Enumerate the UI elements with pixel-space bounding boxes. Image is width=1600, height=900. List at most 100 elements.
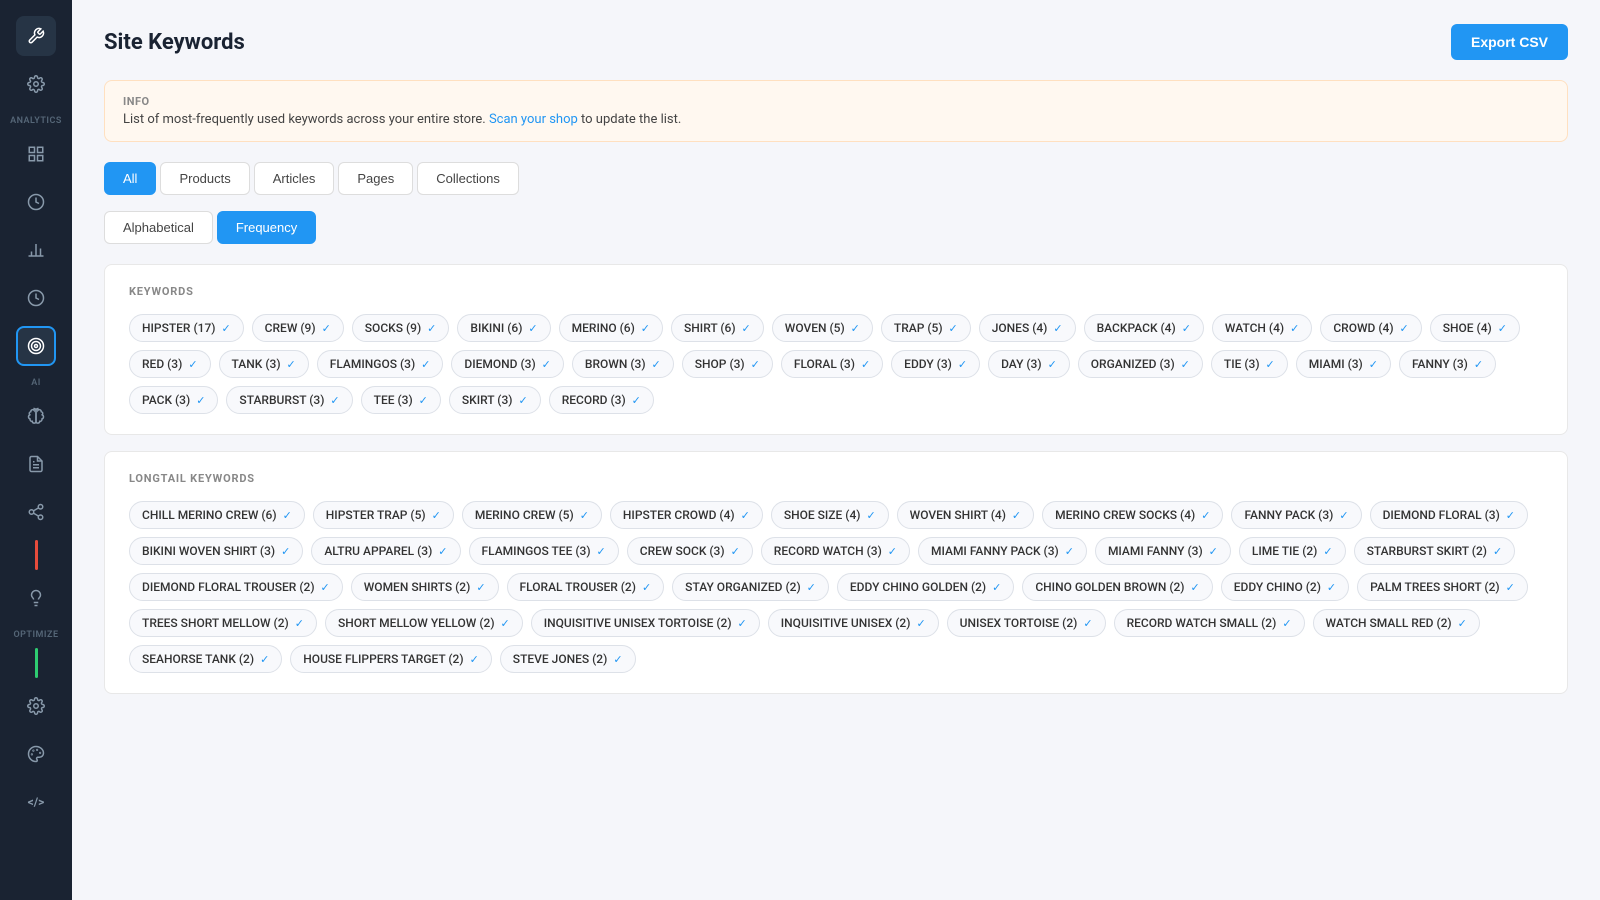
check-icon: ✓ xyxy=(1182,322,1191,335)
keyword-tag[interactable]: WATCH (4) ✓ xyxy=(1212,314,1312,342)
longtail-tag[interactable]: MIAMI FANNY (3) ✓ xyxy=(1095,537,1231,565)
keyword-tag[interactable]: RED (3) ✓ xyxy=(129,350,211,378)
keyword-tag[interactable]: SKIRT (3) ✓ xyxy=(449,386,541,414)
page-header: Site Keywords Export CSV xyxy=(104,24,1568,60)
keyword-tag[interactable]: ORGANIZED (3) ✓ xyxy=(1078,350,1203,378)
keyword-tag[interactable]: FLAMINGOS (3) ✓ xyxy=(317,350,444,378)
longtail-tag[interactable]: HIPSTER TRAP (5) ✓ xyxy=(313,501,454,529)
keyword-tag[interactable]: PACK (3) ✓ xyxy=(129,386,218,414)
keyword-tag[interactable]: SHOE (4) ✓ xyxy=(1430,314,1520,342)
keyword-tag[interactable]: SHOP (3) ✓ xyxy=(682,350,773,378)
clock-icon[interactable] xyxy=(16,278,56,318)
check-icon: ✓ xyxy=(1506,581,1515,594)
keyword-tag[interactable]: BIKINI (6) ✓ xyxy=(457,314,550,342)
longtail-tag[interactable]: FANNY PACK (3) ✓ xyxy=(1231,501,1361,529)
keyword-tag[interactable]: DAY (3) ✓ xyxy=(988,350,1070,378)
report-icon[interactable] xyxy=(16,134,56,174)
longtail-tag[interactable]: STEVE JONES (2) ✓ xyxy=(500,645,636,673)
longtail-tag[interactable]: INQUISITIVE UNISEX (2) ✓ xyxy=(768,609,939,637)
longtail-tag[interactable]: DIEMOND FLORAL TROUSER (2) ✓ xyxy=(129,573,343,601)
tab-products[interactable]: Products xyxy=(160,162,249,195)
keyword-tag[interactable]: TRAP (5) ✓ xyxy=(881,314,971,342)
tools-icon[interactable] xyxy=(16,16,56,56)
keyword-tag[interactable]: FLORAL (3) ✓ xyxy=(781,350,883,378)
longtail-tag[interactable]: EDDY CHINO (2) ✓ xyxy=(1221,573,1349,601)
longtail-tag[interactable]: FLAMINGOS TEE (3) ✓ xyxy=(469,537,619,565)
longtail-tag[interactable]: WOMEN SHIRTS (2) ✓ xyxy=(351,573,499,601)
keywords-tags: HIPSTER (17) ✓ CREW (9) ✓ SOCKS (9) ✓BIKIN… xyxy=(129,314,1543,414)
longtail-tag[interactable]: HOUSE FLIPPERS TARGET (2) ✓ xyxy=(290,645,492,673)
bar-chart-icon[interactable] xyxy=(16,230,56,270)
check-icon: ✓ xyxy=(1493,545,1502,558)
longtail-tag[interactable]: MERINO CREW SOCKS (4) ✓ xyxy=(1042,501,1223,529)
keyword-tag[interactable]: SOCKS (9) ✓ xyxy=(352,314,450,342)
keyword-tag[interactable]: EDDY (3) ✓ xyxy=(891,350,980,378)
keyword-tag[interactable]: MIAMI (3) ✓ xyxy=(1296,350,1391,378)
keyword-tag[interactable]: TIE (3) ✓ xyxy=(1211,350,1288,378)
keyword-tag[interactable]: JONES (4) ✓ xyxy=(979,314,1076,342)
longtail-tag[interactable]: SEAHORSE TANK (2) ✓ xyxy=(129,645,282,673)
target-icon[interactable] xyxy=(16,326,56,366)
check-icon: ✓ xyxy=(1506,509,1515,522)
bulb-icon[interactable] xyxy=(16,578,56,618)
longtail-tag[interactable]: LIME TIE (2) ✓ xyxy=(1239,537,1346,565)
longtail-tag[interactable]: MIAMI FANNY PACK (3) ✓ xyxy=(918,537,1087,565)
keyword-tag[interactable]: CROWD (4) ✓ xyxy=(1320,314,1421,342)
longtail-tag[interactable]: BIKINI WOVEN SHIRT (3) ✓ xyxy=(129,537,303,565)
keyword-tag[interactable]: WOVEN (5) ✓ xyxy=(772,314,873,342)
longtail-tag[interactable]: CHILL MERINO CREW (6) ✓ xyxy=(129,501,305,529)
code-icon[interactable]: </> xyxy=(16,782,56,822)
network-icon[interactable] xyxy=(16,492,56,532)
ai-brain-icon[interactable] xyxy=(16,396,56,436)
keyword-tag[interactable]: MERINO (6) ✓ xyxy=(559,314,663,342)
keyword-tag[interactable]: STARBURST (3) ✓ xyxy=(226,386,352,414)
scan-shop-link[interactable]: Scan your shop xyxy=(489,112,578,127)
tab-collections[interactable]: Collections xyxy=(417,162,519,195)
keyword-tag[interactable]: RECORD (3) ✓ xyxy=(549,386,654,414)
longtail-tag[interactable]: MERINO CREW (5) ✓ xyxy=(462,501,602,529)
longtail-tag[interactable]: UNISEX TORTOISE (2) ✓ xyxy=(947,609,1106,637)
tab-articles[interactable]: Articles xyxy=(254,162,335,195)
sort-alphabetical[interactable]: Alphabetical xyxy=(104,211,213,244)
keyword-tag[interactable]: SHIRT (6) ✓ xyxy=(671,314,764,342)
longtail-tag[interactable]: SHOE SIZE (4) ✓ xyxy=(771,501,889,529)
longtail-tag[interactable]: HIPSTER CROWD (4) ✓ xyxy=(610,501,763,529)
keyword-tag[interactable]: TEE (3) ✓ xyxy=(361,386,441,414)
settings-gear-icon[interactable] xyxy=(16,64,56,104)
keyword-tag[interactable]: BROWN (3) ✓ xyxy=(572,350,674,378)
longtail-tag[interactable]: FLORAL TROUSER (2) ✓ xyxy=(507,573,665,601)
longtail-tag[interactable]: STAY ORGANIZED (2) ✓ xyxy=(672,573,829,601)
longtail-tag[interactable]: EDDY CHINO GOLDEN (2) ✓ xyxy=(837,573,1014,601)
palette-icon[interactable] xyxy=(16,734,56,774)
longtail-tag[interactable]: ALTRU APPAREL (3) ✓ xyxy=(311,537,460,565)
longtail-tag[interactable]: TREES SHORT MELLOW (2) ✓ xyxy=(129,609,317,637)
longtail-tag[interactable]: CREW SOCK (3) ✓ xyxy=(627,537,753,565)
analytics-chart-icon[interactable] xyxy=(16,182,56,222)
export-csv-button[interactable]: Export CSV xyxy=(1451,24,1568,60)
check-icon: ✓ xyxy=(287,358,296,371)
keyword-tag[interactable]: CREW (9) ✓ xyxy=(252,314,344,342)
sort-frequency[interactable]: Frequency xyxy=(217,211,316,244)
longtail-tag[interactable]: WOVEN SHIRT (4) ✓ xyxy=(897,501,1034,529)
optimize-settings-icon[interactable] xyxy=(16,686,56,726)
check-icon: ✓ xyxy=(1323,545,1332,558)
longtail-tag[interactable]: STARBURST SKIRT (2) ✓ xyxy=(1354,537,1516,565)
check-icon: ✓ xyxy=(731,545,740,558)
longtail-tag[interactable]: RECORD WATCH (3) ✓ xyxy=(761,537,910,565)
longtail-tag[interactable]: RECORD WATCH SMALL (2) ✓ xyxy=(1114,609,1305,637)
check-icon: ✓ xyxy=(221,322,230,335)
keyword-tag[interactable]: DIEMOND (3) ✓ xyxy=(451,350,564,378)
keyword-tag[interactable]: TANK (3) ✓ xyxy=(219,350,309,378)
longtail-tag[interactable]: PALM TREES SHORT (2) ✓ xyxy=(1357,573,1528,601)
keyword-tag[interactable]: FANNY (3) ✓ xyxy=(1399,350,1496,378)
longtail-tag[interactable]: WATCH SMALL RED (2) ✓ xyxy=(1313,609,1480,637)
document-ai-icon[interactable] xyxy=(16,444,56,484)
tab-pages[interactable]: Pages xyxy=(338,162,413,195)
longtail-tag[interactable]: CHINO GOLDEN BROWN (2) ✓ xyxy=(1022,573,1212,601)
longtail-tag[interactable]: INQUISITIVE UNISEX TORTOISE (2) ✓ xyxy=(531,609,760,637)
keyword-tag[interactable]: HIPSTER (17) ✓ xyxy=(129,314,244,342)
tab-all[interactable]: All xyxy=(104,162,156,195)
longtail-tag[interactable]: SHORT MELLOW YELLOW (2) ✓ xyxy=(325,609,523,637)
longtail-tag[interactable]: DIEMOND FLORAL (3) ✓ xyxy=(1370,501,1528,529)
keyword-tag[interactable]: BACKPACK (4) ✓ xyxy=(1084,314,1204,342)
